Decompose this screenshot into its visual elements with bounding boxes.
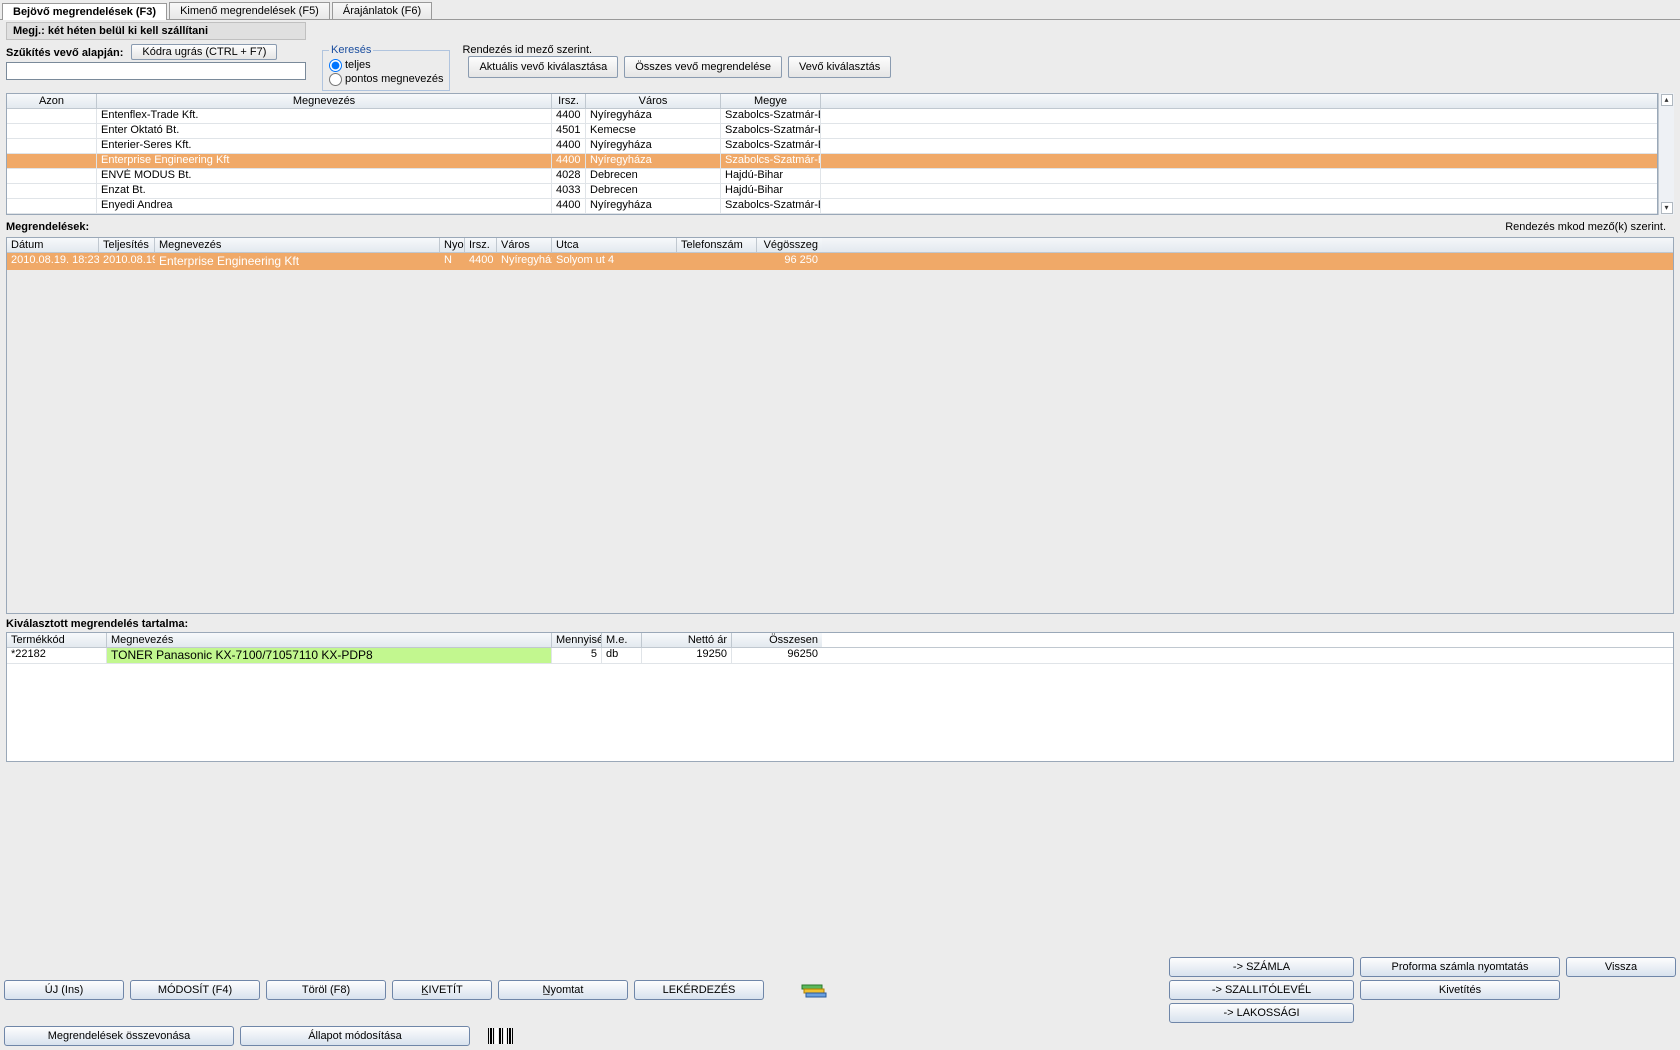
table-row[interactable]: 2010.08.19. 18:23:252010.08.19.Enterpris…	[7, 253, 1673, 270]
tab-outgoing[interactable]: Kimenő megrendelések (F5)	[169, 2, 330, 19]
to-delivery-note-button[interactable]: -> SZALLITÓLEVÉL	[1169, 980, 1354, 1000]
radio-full[interactable]	[329, 59, 342, 72]
query-button[interactable]: LEKÉRDEZÉS	[634, 980, 764, 1000]
note-bar: Megj.: két héten belül ki kell szállítan…	[6, 22, 306, 40]
filter-label: Szűkítés vevő alapján:	[6, 47, 123, 59]
print-button[interactable]: N̲yomtat	[498, 980, 628, 1000]
customer-filter-input[interactable]	[6, 62, 306, 80]
radio-exact[interactable]	[329, 73, 342, 86]
tab-incoming[interactable]: Bejövő megrendelések (F3)	[2, 3, 167, 20]
scroll-up-icon[interactable]: ▴	[1661, 94, 1673, 106]
merge-orders-button[interactable]: Megrendelések összevonása	[4, 1026, 234, 1046]
to-invoice-button[interactable]: -> SZÁMLA	[1169, 957, 1354, 977]
orders-label: Megrendelések:	[6, 219, 93, 235]
tab-bar: Bejövő megrendelések (F3) Kimenő megrend…	[0, 0, 1680, 20]
sort-note: Rendezés id mező szerint.	[462, 44, 891, 56]
table-row[interactable]: Entenflex-Trade Kft.4400NyíregyházaSzabo…	[7, 109, 1657, 124]
table-row[interactable]: *22182TONER Panasonic KX-7100/71057110 K…	[7, 648, 1673, 664]
books-icon	[800, 979, 828, 1001]
table-row[interactable]: Enterprise Engineering Kft4400Nyíregyház…	[7, 154, 1657, 169]
all-customer-orders-button[interactable]: Összes vevő megrendelése	[624, 56, 782, 78]
customers-grid[interactable]: Azon Megnevezés Irsz. Város Megye Entenf…	[6, 93, 1658, 215]
search-group: Keresés teljes pontos megnevezés	[322, 44, 450, 91]
items-label: Kiválasztott megrendelés tartalma:	[6, 616, 192, 632]
select-current-customer-button[interactable]: Aktuális vevő kiválasztása	[468, 56, 618, 78]
table-row[interactable]: Enyedi Andrea4400NyíregyházaSzabolcs-Sza…	[7, 199, 1657, 214]
customers-scrollbar[interactable]: ▴ ▾	[1658, 93, 1674, 215]
projection-button[interactable]: Kivetítés	[1360, 980, 1560, 1000]
barcode-icon	[488, 1028, 513, 1044]
new-button[interactable]: ÚJ (Ins)	[4, 980, 124, 1000]
table-row[interactable]: ENVÉ MODUS Bt.4028DebrecenHajdú-Bihar	[7, 169, 1657, 184]
status-change-button[interactable]: Állapot módosítása	[240, 1026, 470, 1046]
select-customer-button[interactable]: Vevő kiválasztás	[788, 56, 891, 78]
delete-button[interactable]: Töröl (F8)	[266, 980, 386, 1000]
proforma-print-button[interactable]: Proforma számla nyomtatás	[1360, 957, 1560, 977]
project-button[interactable]: K̲IVETÍT	[392, 980, 492, 1000]
to-retail-button[interactable]: -> LAKOSSÁGI	[1169, 1003, 1354, 1023]
footer: ÚJ (Ins) MÓDOSÍT (F4) Töröl (F8) K̲IVETÍ…	[4, 954, 1676, 1046]
orders-sort-note: Rendezés mkod mező(k) szerint.	[1505, 221, 1674, 233]
back-button[interactable]: Vissza	[1566, 957, 1676, 977]
jump-to-code-button[interactable]: Kódra ugrás (CTRL + F7)	[131, 44, 277, 60]
orders-grid[interactable]: Dátum Teljesítés Megnevezés Nyo Irsz. Vá…	[6, 237, 1674, 614]
table-row[interactable]: Enterier-Seres Kft.4400NyíregyházaSzabol…	[7, 139, 1657, 154]
table-row[interactable]: Enter Oktató Bt.4501KemecseSzabolcs-Szat…	[7, 124, 1657, 139]
items-grid[interactable]: Termékkód Megnevezés Mennyisé M.e. Nettó…	[6, 632, 1674, 762]
modify-button[interactable]: MÓDOSÍT (F4)	[130, 980, 260, 1000]
tab-quotes[interactable]: Árajánlatok (F6)	[332, 2, 432, 19]
scroll-down-icon[interactable]: ▾	[1661, 202, 1673, 214]
table-row[interactable]: Enzat Bt.4033DebrecenHajdú-Bihar	[7, 184, 1657, 199]
